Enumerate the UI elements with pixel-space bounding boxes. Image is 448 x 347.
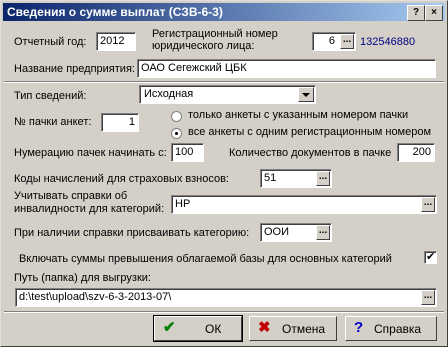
assign-category-label: При наличии справки присваивать категори… xyxy=(14,227,250,239)
close-button[interactable]: × xyxy=(425,5,443,21)
report-year-label: Отчетный год: xyxy=(14,36,87,48)
cancel-button-label: Отмена xyxy=(282,322,326,336)
numbering-input[interactable]: 100 xyxy=(171,143,204,162)
help-button-label: Справка xyxy=(374,322,422,336)
radio-all-packs-label[interactable]: все анкеты с одним регистрационным номер… xyxy=(188,126,431,138)
cancel-button[interactable]: ✖ Отмена xyxy=(249,316,337,341)
company-input[interactable]: ОАО Сегежский ЦБК xyxy=(137,59,436,78)
ok-button[interactable]: ✔ ОК xyxy=(153,315,243,342)
pack-number-input[interactable]: 1 xyxy=(101,113,139,132)
info-type-label: Тип сведений: xyxy=(14,90,87,102)
title-bar[interactable]: Сведения о сумме выплат (СЗВ-6-3) ? × xyxy=(3,3,445,21)
include-excess-label[interactable]: Включать суммы превышения облагаемой баз… xyxy=(19,253,392,265)
ok-button-label: ОК xyxy=(205,322,222,336)
doc-count-input[interactable]: 200 xyxy=(397,143,435,162)
radio-only-pack[interactable] xyxy=(171,111,182,122)
check-icon: ✔ xyxy=(163,319,176,336)
separator-1 xyxy=(4,81,444,83)
chevron-down-icon[interactable] xyxy=(298,87,314,102)
company-label: Название предприятия: xyxy=(14,63,135,75)
report-year-input[interactable]: 2012 xyxy=(96,32,136,51)
cross-icon: ✖ xyxy=(258,319,271,336)
numbering-label: Нумерацию пачек начинать с: xyxy=(14,147,167,159)
contrib-codes-ellipsis-button[interactable]: ... xyxy=(316,171,330,186)
info-type-value: Исходная xyxy=(144,88,194,100)
disability-label-1: Учитывать справки об xyxy=(14,190,128,202)
disability-ellipsis-button[interactable]: ... xyxy=(421,197,435,212)
window-title: Сведения о сумме выплат (СЗВ-6-3) xyxy=(7,5,223,19)
reg-number-ellipsis-button[interactable]: ... xyxy=(340,34,354,49)
separator-2 xyxy=(4,311,444,313)
disability-label-2: инвалидности для категорий: xyxy=(14,203,165,215)
pack-number-label: № пачки анкет: xyxy=(14,116,92,128)
help-title-button[interactable]: ? xyxy=(407,5,425,21)
reg-number-label-1: Регистрационный номер xyxy=(152,28,278,40)
radio-only-pack-label[interactable]: только анкеты с указанным номером пачки xyxy=(188,109,408,121)
contrib-codes-label: Коды начислений для страховых взносов: xyxy=(14,173,229,185)
include-excess-checkbox[interactable] xyxy=(424,250,437,264)
doc-count-label: Количество документов в пачке xyxy=(229,147,392,159)
dialog-window: Сведения о сумме выплат (СЗВ-6-3) ? × От… xyxy=(0,0,448,347)
disability-input[interactable]: НР xyxy=(171,195,437,214)
radio-all-packs[interactable] xyxy=(171,128,182,139)
question-icon: ? xyxy=(354,319,364,336)
reg-number-value: 132546880 xyxy=(360,36,416,48)
export-path-label: Путь (папка) для выгрузки: xyxy=(14,272,151,284)
export-path-ellipsis-button[interactable]: ... xyxy=(421,290,435,305)
assign-category-ellipsis-button[interactable]: ... xyxy=(316,225,330,240)
help-button[interactable]: ? Справка xyxy=(345,316,437,341)
info-type-select[interactable]: Исходная xyxy=(139,85,316,104)
reg-number-label-2: юридического лица: xyxy=(152,40,255,52)
export-path-input[interactable]: d:\test\upload\szv-6-3-2013-07\ xyxy=(15,288,437,307)
